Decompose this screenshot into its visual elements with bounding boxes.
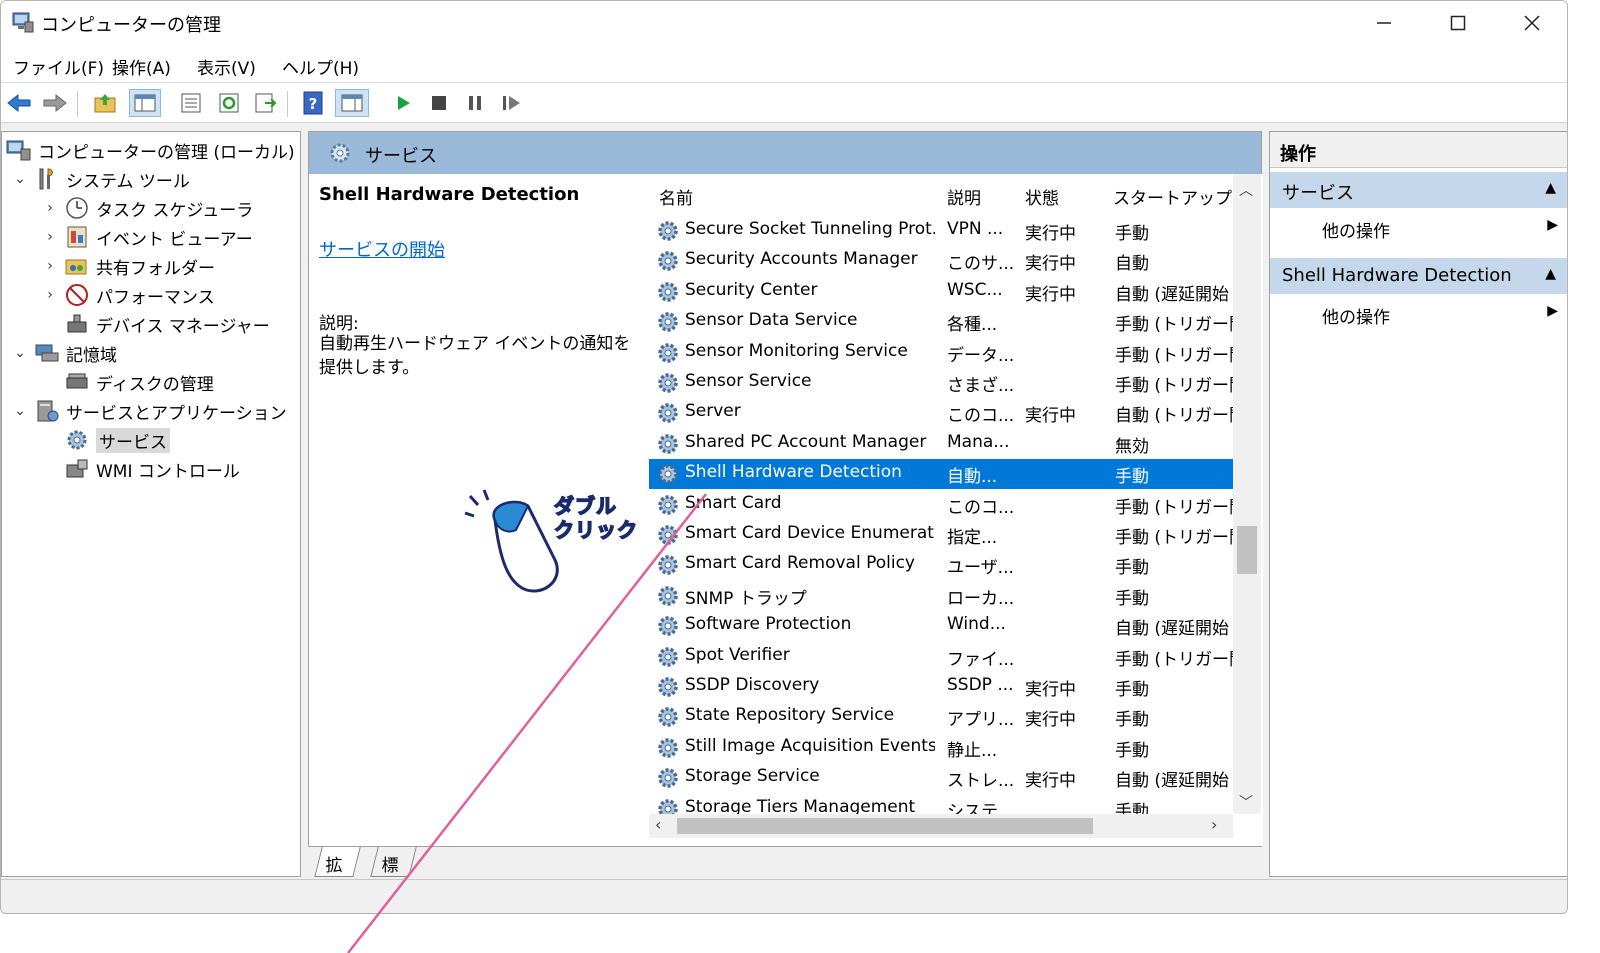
mouse-icon bbox=[464, 489, 559, 593]
annotation-double-line2: クリック bbox=[553, 517, 638, 543]
annotation-overlay bbox=[347, 489, 707, 953]
